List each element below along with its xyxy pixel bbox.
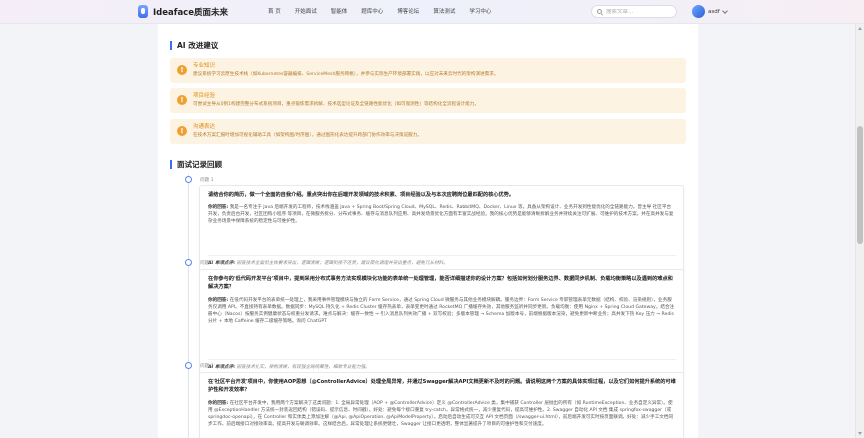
nav-agents[interactable]: 智能体 <box>331 7 348 15</box>
search-icon <box>597 9 602 14</box>
warning-icon: ! <box>177 95 187 105</box>
qa-card: 在'社区平台开发'项目中，你使用AOP思想（@ControllerAdvice）… <box>199 372 684 438</box>
ai-review: AI 单项点评: 回答技术全面但主体要求突出，逻辑清晰；逻辑衔接不连贯，建议简化… <box>208 260 448 266</box>
suggestion-title: 沟通表达 <box>193 124 216 130</box>
suggestion-card: ! 专业知识 建议系统学习云原生技术栈（如Kubernetes容器编排、Serv… <box>170 58 686 83</box>
warning-icon: ! <box>177 126 187 136</box>
suggestion-text: 建议系统学习云原生技术栈（如Kubernetes容器编排、ServiceMesh… <box>193 72 499 77</box>
question-label: 问题 2 <box>200 261 214 266</box>
main-nav: 首 页 开始面试 智能体 题库中心 博客论坛 算法测试 学习中心 <box>268 7 505 15</box>
answer-body: 在社区平台开发中，我用两个方案解决了这类问题：1. 全局异常处理（AOP + @… <box>208 401 674 427</box>
answer-text: 你的回答: 我是一名专注于 Java 后端开发的工程师，技术栈涵盖 Java +… <box>208 204 676 225</box>
interview-review-title: 面试记录回顾 <box>170 160 222 169</box>
ai-review-text: 回答技术扎实，架构清晰，有较强全局统筹性，细致专业能力强。 <box>236 365 370 370</box>
timeline-dot <box>185 362 192 369</box>
qa-card: 在你参与的'低代码开发平台'项目中，提到采用分布式事务方法实现模块化功能的表单统… <box>199 269 684 377</box>
nav-algorithm-test[interactable]: 算法测试 <box>433 7 455 15</box>
question-text: 在'社区平台开发'项目中，你使用AOP思想（@ControllerAdvice）… <box>208 379 676 393</box>
ai-review-text: 回答技术全面但主体要求突出，逻辑清晰；逻辑衔接不连贯，建议简化调理并突出重点，避… <box>236 261 448 266</box>
timeline-line <box>188 174 189 438</box>
user-menu[interactable]: asdf <box>692 5 728 18</box>
question-text: 请结合你的简历，做一个全面的自我介绍。重点突出你在后端开发领域的技术积累、项目经… <box>208 192 515 198</box>
ai-suggestions-title: AI 改进建议 <box>170 41 218 50</box>
answer-body: 在低代码开发平台的表单统一处理上，我采用事件管理模块与独立的 Form Serv… <box>208 298 675 324</box>
question-text: 在你参与的'低代码开发平台'项目中，提到采用分布式事务方法实现模块化功能的表单统… <box>208 276 673 290</box>
qa-card: 请结合你的简历，做一个全面的自我介绍。重点突出你在后端开发领域的技术积累、项目经… <box>199 185 684 274</box>
divider <box>208 359 676 360</box>
answer-body: 我是一名专注于 Java 后端开发的工程师，技术栈涵盖 Java + Sprin… <box>208 205 674 224</box>
answer-label: 你的回答: <box>208 401 229 406</box>
avatar[interactable] <box>692 5 705 18</box>
suggestion-text: 可尝试主导从0到1构建完整分布式系统项目，重点锻炼需求拆解、技术选型论证及全链路… <box>193 102 480 107</box>
logo-icon <box>138 5 148 18</box>
suggestion-card: ! 项目经验 可尝试主导从0到1构建完整分布式系统项目，重点锻炼需求拆解、技术选… <box>170 88 686 113</box>
suggestion-text: 在技术方案汇报时增加可视化辅助工具（如架构图/时序图），通过图形化表达提升跨部门… <box>193 133 422 138</box>
search-input[interactable] <box>606 8 674 15</box>
user-name: asdf <box>708 8 720 15</box>
suggestion-card: ! 沟通表达 在技术方案汇报时增加可视化辅助工具（如架构图/时序图），通过图形化… <box>170 119 686 144</box>
suggestion-title: 专业知识 <box>193 63 216 69</box>
warning-icon: ! <box>177 65 187 75</box>
answer-label: 你的回答: <box>208 205 229 210</box>
answer-text: 你的回答: 在低代码开发平台的表单统一处理上，我采用事件管理模块与独立的 For… <box>208 297 676 325</box>
nav-learning-center[interactable]: 学习中心 <box>469 7 491 15</box>
logo[interactable]: Ideaface质面未来 <box>138 5 228 18</box>
answer-text: 你的回答: 在社区平台开发中，我用两个方案解决了这类问题：1. 全局异常处理（A… <box>208 400 676 428</box>
timeline-dot <box>185 176 192 183</box>
nav-home[interactable]: 首 页 <box>268 7 281 15</box>
nav-blog-forum[interactable]: 博客论坛 <box>397 7 419 15</box>
scroll-up-icon[interactable] <box>858 27 862 30</box>
timeline-dot <box>185 259 192 266</box>
suggestion-title: 项目经验 <box>193 93 216 99</box>
nav-start-interview[interactable]: 开始面试 <box>295 7 317 15</box>
ai-review: AI 单项点评: 回答技术扎实，架构清晰，有较强全局统筹性，细致专业能力强。 <box>208 364 370 370</box>
page-scrollbar[interactable] <box>855 24 864 438</box>
search-box[interactable] <box>591 5 677 18</box>
answer-label: 你的回答: <box>208 298 229 303</box>
scrollbar-thumb[interactable] <box>857 126 863 244</box>
top-navbar: Ideaface质面未来 首 页 开始面试 智能体 题库中心 博客论坛 算法测试… <box>0 0 864 24</box>
divider <box>208 255 676 256</box>
scroll-down-icon[interactable] <box>858 432 862 435</box>
logo-text: Ideaface质面未来 <box>153 7 228 18</box>
nav-question-bank[interactable]: 题库中心 <box>361 7 383 15</box>
question-label: 问题 1 <box>200 178 214 183</box>
question-label: 问题 3 <box>200 364 214 369</box>
report-card: AI 改进建议 ! 专业知识 建议系统学习云原生技术栈（如Kubernetes容… <box>158 24 698 438</box>
chevron-down-icon <box>721 7 728 14</box>
